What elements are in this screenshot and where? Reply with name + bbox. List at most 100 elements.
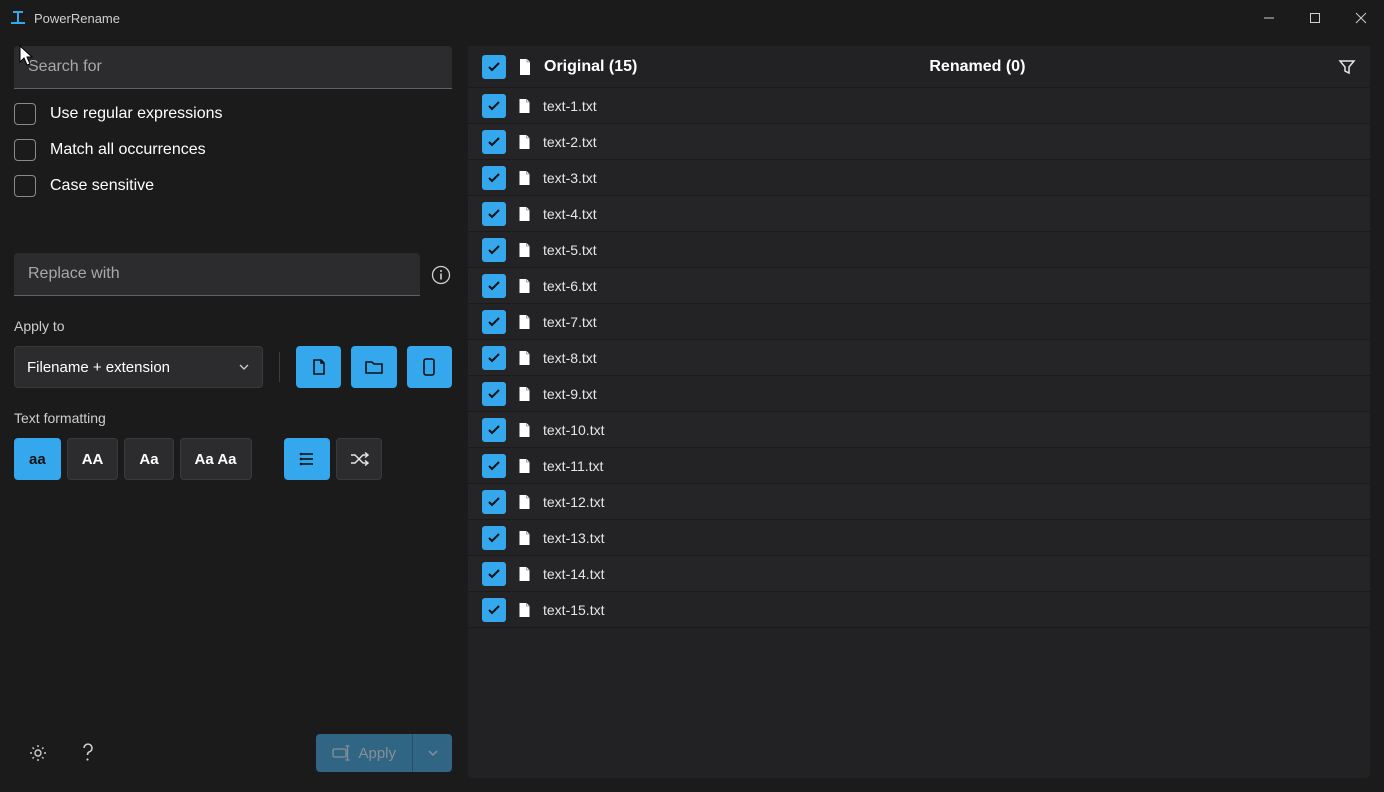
file-row[interactable]: text-2.txt <box>468 124 1370 160</box>
text-formatting-label: Text formatting <box>14 410 452 426</box>
enumerate-button[interactable] <box>284 438 330 480</box>
file-row[interactable]: text-11.txt <box>468 448 1370 484</box>
file-name: text-10.txt <box>543 422 604 438</box>
file-name: text-8.txt <box>543 350 597 366</box>
file-name: text-11.txt <box>543 458 603 474</box>
file-icon <box>518 422 531 438</box>
file-checkbox[interactable] <box>482 562 506 586</box>
replace-input[interactable] <box>14 253 420 296</box>
option-label: Match all occurrences <box>50 141 206 159</box>
file-row[interactable]: text-15.txt <box>468 592 1370 628</box>
file-name: text-14.txt <box>543 566 604 582</box>
divider <box>279 352 280 382</box>
help-button[interactable] <box>70 735 106 771</box>
file-checkbox[interactable] <box>482 130 506 154</box>
format-lowercase-button[interactable]: aa <box>14 438 61 480</box>
option-case-sensitive[interactable]: Case sensitive <box>14 175 452 197</box>
format-uppercase-button[interactable]: AA <box>67 438 119 480</box>
include-subfolders-button[interactable] <box>407 346 452 388</box>
file-name: text-9.txt <box>543 386 597 402</box>
maximize-button[interactable] <box>1292 0 1338 36</box>
file-checkbox[interactable] <box>482 202 506 226</box>
option-label: Case sensitive <box>50 177 154 195</box>
file-list-panel: Original (15) Renamed (0) text-1.txt tex… <box>468 46 1370 778</box>
apply-button[interactable]: Apply <box>316 734 412 772</box>
file-icon <box>518 350 531 366</box>
file-icon <box>518 314 531 330</box>
minimize-button[interactable] <box>1246 0 1292 36</box>
file-name: text-3.txt <box>543 170 597 186</box>
file-checkbox[interactable] <box>482 166 506 190</box>
file-row[interactable]: text-14.txt <box>468 556 1370 592</box>
file-row[interactable]: text-12.txt <box>468 484 1370 520</box>
file-row[interactable]: text-1.txt <box>468 88 1370 124</box>
file-row[interactable]: text-5.txt <box>468 232 1370 268</box>
option-regex[interactable]: Use regular expressions <box>14 103 452 125</box>
apply-to-select[interactable]: Filename + extension <box>14 346 263 388</box>
file-row[interactable]: text-3.txt <box>468 160 1370 196</box>
file-row[interactable]: text-6.txt <box>468 268 1370 304</box>
file-checkbox[interactable] <box>482 274 506 298</box>
titlebar: PowerRename <box>0 0 1384 36</box>
file-name: text-12.txt <box>543 494 604 510</box>
option-label: Use regular expressions <box>50 105 223 123</box>
randomize-button[interactable] <box>336 438 382 480</box>
file-row[interactable]: text-10.txt <box>468 412 1370 448</box>
close-button[interactable] <box>1338 0 1384 36</box>
format-titlecase-button[interactable]: Aa <box>124 438 173 480</box>
file-row[interactable]: text-7.txt <box>468 304 1370 340</box>
apply-label: Apply <box>358 745 396 762</box>
filter-button[interactable] <box>1338 58 1356 76</box>
format-capitalize-button[interactable]: Aa Aa <box>180 438 252 480</box>
chevron-down-icon <box>427 747 439 759</box>
select-value: Filename + extension <box>27 359 170 376</box>
file-row[interactable]: text-4.txt <box>468 196 1370 232</box>
file-icon <box>518 242 531 258</box>
renamed-header: Renamed (0) <box>929 58 1025 76</box>
file-checkbox[interactable] <box>482 454 506 478</box>
include-folders-button[interactable] <box>351 346 396 388</box>
checkbox-icon[interactable] <box>14 175 36 197</box>
apply-to-label: Apply to <box>14 318 452 334</box>
file-icon <box>518 98 531 114</box>
apply-dropdown-button[interactable] <box>412 734 452 772</box>
file-name: text-15.txt <box>543 602 604 618</box>
app-icon <box>10 10 26 26</box>
options-panel: Use regular expressions Match all occurr… <box>14 46 452 778</box>
file-checkbox[interactable] <box>482 94 506 118</box>
file-row[interactable]: text-13.txt <box>468 520 1370 556</box>
file-icon <box>518 386 531 402</box>
file-icon <box>518 458 531 474</box>
file-checkbox[interactable] <box>482 346 506 370</box>
file-name: text-6.txt <box>543 278 597 294</box>
file-name: text-7.txt <box>543 314 597 330</box>
include-files-button[interactable] <box>296 346 341 388</box>
window-title: PowerRename <box>34 11 120 26</box>
checkbox-icon[interactable] <box>14 103 36 125</box>
file-row[interactable]: text-9.txt <box>468 376 1370 412</box>
option-match-all[interactable]: Match all occurrences <box>14 139 452 161</box>
mouse-cursor-icon <box>18 44 36 68</box>
file-checkbox[interactable] <box>482 382 506 406</box>
checkbox-icon[interactable] <box>14 139 36 161</box>
bottom-bar: Apply <box>14 728 452 778</box>
file-icon <box>518 566 531 582</box>
info-icon[interactable] <box>430 264 452 286</box>
settings-button[interactable] <box>20 735 56 771</box>
search-input[interactable] <box>14 46 452 89</box>
file-checkbox[interactable] <box>482 238 506 262</box>
file-icon <box>518 602 531 618</box>
file-row[interactable]: text-8.txt <box>468 340 1370 376</box>
select-all-checkbox[interactable] <box>482 55 506 79</box>
file-name: text-2.txt <box>543 134 597 150</box>
file-checkbox[interactable] <box>482 598 506 622</box>
file-checkbox[interactable] <box>482 310 506 334</box>
file-icon <box>518 278 531 294</box>
file-icon <box>518 134 531 150</box>
file-checkbox[interactable] <box>482 490 506 514</box>
file-checkbox[interactable] <box>482 526 506 550</box>
file-list[interactable]: text-1.txt text-2.txt text-3.txt text-4.… <box>468 88 1370 778</box>
file-icon <box>518 206 531 222</box>
file-checkbox[interactable] <box>482 418 506 442</box>
file-list-header: Original (15) Renamed (0) <box>468 46 1370 88</box>
